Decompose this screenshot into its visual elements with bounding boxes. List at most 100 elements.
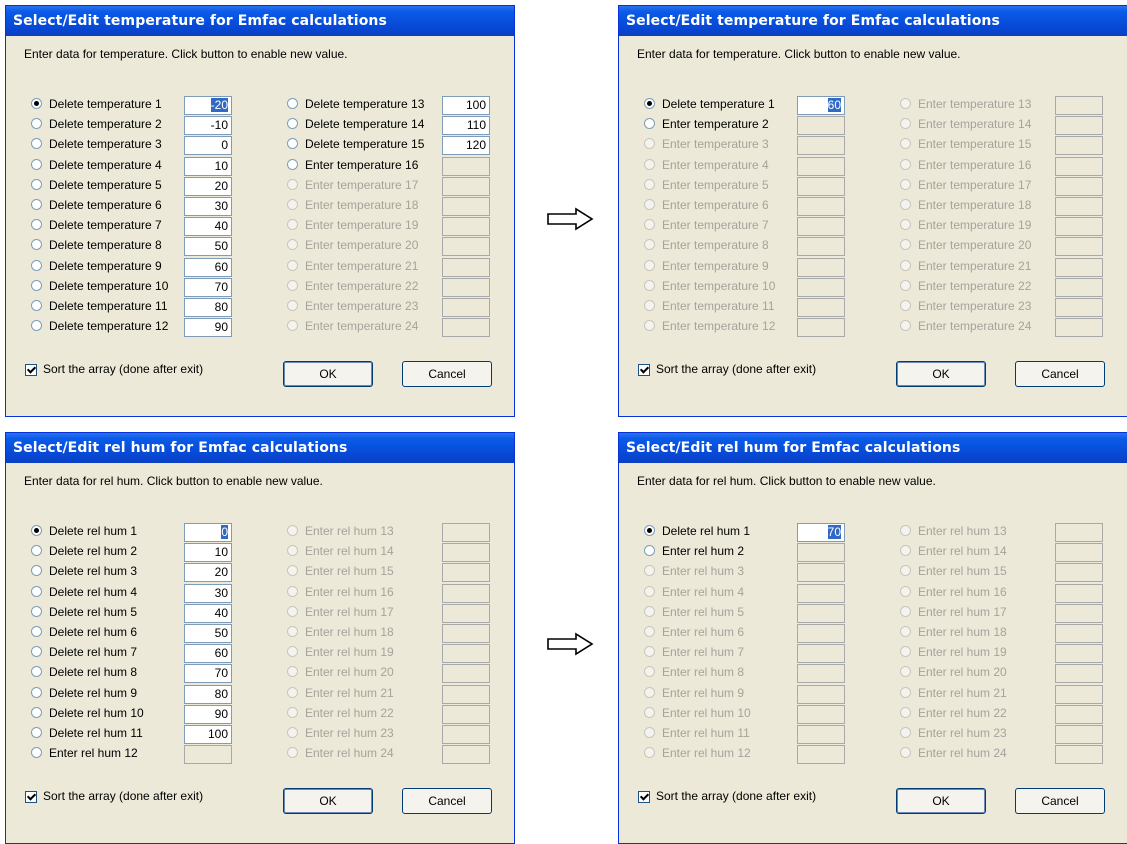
radio-button[interactable] (644, 545, 655, 557)
value-field[interactable]: 0 (184, 136, 232, 156)
ok-button[interactable]: OK (283, 361, 373, 387)
radio-label: Enter rel hum 4 (662, 584, 745, 599)
radio-label: Delete temperature 2 (49, 117, 162, 132)
radio-button[interactable] (31, 646, 42, 658)
radio-button[interactable] (31, 279, 42, 291)
value-field[interactable]: 10 (184, 543, 232, 563)
radio-button[interactable] (31, 747, 42, 759)
radio-button[interactable] (31, 320, 42, 332)
radio-button[interactable] (31, 199, 42, 210)
radio-button (287, 626, 298, 637)
radio-button[interactable] (644, 98, 655, 109)
value-field[interactable]: 50 (184, 624, 232, 643)
value-field[interactable]: 70 (184, 277, 232, 297)
cancel-button[interactable]: Cancel (1015, 788, 1105, 814)
value-field[interactable]: 60 (797, 96, 845, 115)
value-field[interactable]: 40 (184, 603, 232, 623)
radio-button[interactable] (31, 300, 42, 311)
ok-button[interactable]: OK (896, 788, 986, 814)
value-field[interactable]: 10 (184, 156, 232, 176)
radio-button[interactable] (644, 525, 655, 536)
value-field[interactable]: 90 (184, 704, 232, 724)
radio-label: Delete temperature 8 (49, 238, 162, 253)
value-field[interactable] (184, 745, 232, 765)
radio-button[interactable] (31, 98, 42, 109)
ok-button[interactable]: OK (896, 361, 986, 387)
value-field[interactable]: 60 (184, 644, 232, 664)
value-field (1055, 684, 1103, 704)
radio-button[interactable] (31, 605, 42, 617)
value-field[interactable]: 70 (184, 664, 232, 684)
radio-button[interactable] (287, 138, 298, 150)
radio-label: Enter temperature 24 (305, 319, 419, 334)
radio-button[interactable] (287, 158, 298, 170)
value-field[interactable]: 60 (184, 257, 232, 277)
value-field[interactable] (797, 543, 845, 563)
sort-checkbox[interactable] (638, 364, 650, 376)
value-field[interactable] (442, 156, 490, 176)
value-field[interactable]: -10 (184, 116, 232, 136)
radio-button[interactable] (31, 545, 42, 557)
radio-label: Enter rel hum 13 (918, 524, 1007, 538)
ok-button[interactable]: OK (283, 788, 373, 814)
value-field[interactable]: 90 (184, 318, 232, 338)
radio-label: Enter temperature 14 (918, 117, 1032, 132)
radio-button[interactable] (31, 666, 42, 678)
radio-label: Delete temperature 6 (49, 198, 162, 212)
field-value: 30 (214, 199, 228, 213)
value-field (442, 176, 490, 196)
value-field[interactable]: 50 (184, 237, 232, 257)
radio-button[interactable] (31, 118, 42, 130)
sort-checkbox[interactable] (25, 364, 37, 376)
sort-checkbox[interactable] (638, 791, 650, 803)
value-field[interactable]: 80 (184, 684, 232, 704)
value-field[interactable]: 30 (184, 583, 232, 603)
radio-button (900, 320, 911, 332)
radio-button[interactable] (31, 706, 42, 718)
instruction-text: Enter data for rel hum. Click button to … (637, 474, 936, 488)
radio-button[interactable] (31, 239, 42, 251)
field-value: 90 (214, 706, 228, 721)
radio-button[interactable] (31, 727, 42, 738)
field-value: 100 (465, 98, 486, 112)
field-value: 110 (466, 118, 486, 133)
value-field[interactable]: 0 (184, 523, 232, 542)
radio-button[interactable] (287, 118, 298, 130)
radio-button[interactable] (31, 525, 42, 536)
cancel-button[interactable]: Cancel (402, 361, 492, 387)
value-field[interactable]: 120 (442, 136, 490, 156)
radio-button[interactable] (31, 138, 42, 150)
value-field[interactable]: 70 (797, 523, 845, 542)
value-field[interactable] (797, 116, 845, 136)
value-field[interactable]: -20 (184, 96, 232, 115)
value-field[interactable]: 40 (184, 217, 232, 237)
radio-label: Enter temperature 18 (305, 198, 419, 212)
value-field (442, 684, 490, 704)
value-field (442, 298, 490, 317)
radio-button[interactable] (287, 98, 298, 109)
radio-label: Enter rel hum 7 (662, 645, 745, 660)
sort-checkbox[interactable] (25, 791, 37, 803)
value-field[interactable]: 110 (442, 116, 490, 136)
radio-button[interactable] (31, 158, 42, 170)
value-field (442, 197, 490, 216)
radio-button[interactable] (31, 219, 42, 231)
radio-button[interactable] (31, 686, 42, 698)
radio-button[interactable] (31, 585, 42, 597)
value-field[interactable]: 100 (442, 96, 490, 115)
value-field[interactable]: 100 (184, 725, 232, 744)
cancel-button[interactable]: Cancel (1015, 361, 1105, 387)
cancel-button[interactable]: Cancel (402, 788, 492, 814)
radio-button[interactable] (31, 565, 42, 577)
radio-button (644, 178, 655, 190)
value-field[interactable]: 80 (184, 298, 232, 317)
radio-button[interactable] (31, 626, 42, 637)
value-field[interactable]: 20 (184, 176, 232, 196)
value-field[interactable]: 30 (184, 197, 232, 216)
radio-button[interactable] (644, 118, 655, 130)
radio-button (287, 178, 298, 190)
value-field[interactable]: 20 (184, 563, 232, 583)
radio-button[interactable] (31, 178, 42, 190)
radio-label: Enter temperature 17 (305, 177, 419, 192)
radio-button[interactable] (31, 259, 42, 271)
